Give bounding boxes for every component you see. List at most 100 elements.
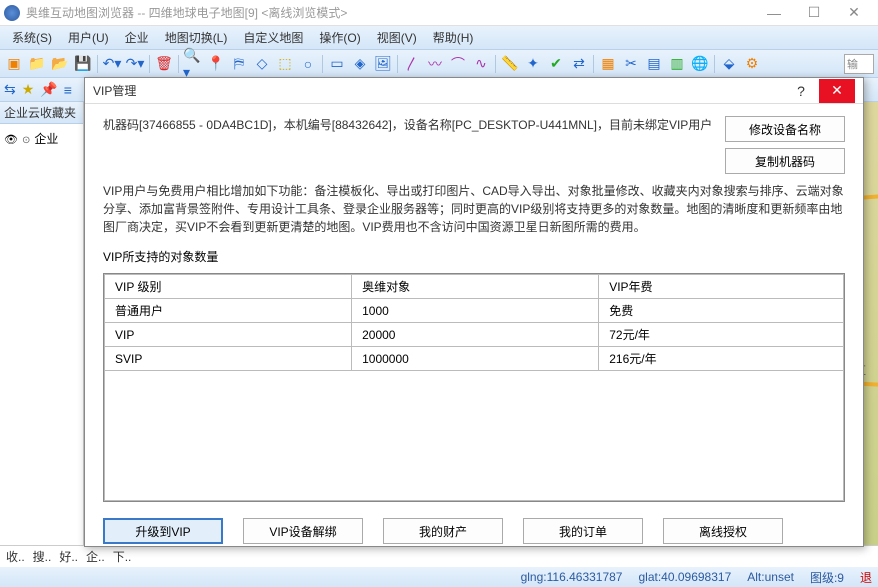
menu-system[interactable]: 系统(S) (4, 27, 60, 48)
save-icon[interactable]: 💾 (73, 54, 93, 74)
gear-icon[interactable]: ⚙ (742, 54, 762, 74)
toolbar-separator (495, 55, 496, 73)
toolbar-separator (322, 55, 323, 73)
status-alt: Alt:unset (747, 570, 794, 584)
col-objects: 奥维对象 (352, 275, 599, 299)
wave-icon[interactable]: ∿ (471, 54, 491, 74)
table-empty-area (105, 371, 844, 501)
thumbtack-icon[interactable]: 📌 (40, 81, 57, 98)
menu-mapswitch[interactable]: 地图切换(L) (157, 27, 236, 48)
menu-user[interactable]: 用户(U) (60, 27, 117, 48)
polyline-icon[interactable]: 〰 (425, 54, 445, 74)
sidebar-panel: 企业云收藏夹 企业 (0, 102, 84, 545)
menu-view[interactable]: 视图(V) (369, 27, 425, 48)
table-row: SVIP 1000000 216元/年 (105, 347, 844, 371)
mark-icon[interactable]: ✔ (546, 54, 566, 74)
app-logo-icon (4, 5, 20, 21)
node-label: 企业 (34, 130, 58, 147)
dialog-help-button[interactable]: ? (783, 79, 819, 103)
status-update[interactable]: 退 (860, 569, 872, 586)
dialog-body: 机器码[37466855 - 0DA4BC1D]，本机编号[88432642]，… (85, 104, 863, 546)
device-info-text: 机器码[37466855 - 0DA4BC1D]，本机编号[88432642]，… (103, 116, 713, 134)
tree-icon[interactable]: ⇆ (4, 81, 16, 98)
redo-icon[interactable]: ↷▾ (125, 54, 145, 74)
menu-bar: 系统(S) 用户(U) 企业 地图切换(L) 自定义地图 操作(O) 视图(V)… (0, 26, 878, 50)
status-glng: glng:116.46331787 (521, 570, 623, 584)
offline-auth-button[interactable]: 离线授权 (663, 518, 783, 544)
my-orders-button[interactable]: 我的订单 (523, 518, 643, 544)
pin-icon[interactable]: 📍 (206, 54, 226, 74)
main-titlebar: 奥维互动地图浏览器 -- 四维地球电子地图[9] <离线浏览模式> — ☐ ✕ (0, 0, 878, 26)
sidebar-tree[interactable]: 企业 (0, 124, 83, 545)
flag-icon[interactable]: ⛿ (229, 54, 249, 74)
unbind-device-button[interactable]: VIP设备解绑 (243, 518, 363, 544)
my-assets-button[interactable]: 我的财产 (383, 518, 503, 544)
node-icon (22, 132, 30, 146)
dialog-close-button[interactable]: ✕ (819, 79, 855, 103)
zoom-icon[interactable]: 🔍▾ (183, 54, 203, 74)
rect-icon[interactable]: ▭ (327, 54, 347, 74)
main-toolbar: ▣ 📁 📂 💾 ↶▾ ↷▾ 🗑 🔍▾ 📍 ⛿ ◇ ⬚ ○ ▭ ◈ 🖼 〳 〰 ⌒… (0, 50, 878, 78)
loc-icon[interactable]: ◈ (350, 54, 370, 74)
toolbar-separator (97, 55, 98, 73)
toolbar-separator (397, 55, 398, 73)
status-level: 图级:9 (810, 569, 844, 586)
layer-icon[interactable]: ▥ (667, 54, 687, 74)
vip-table-label: VIP所支持的对象数量 (103, 248, 845, 265)
image-icon[interactable]: 🖼 (373, 54, 393, 74)
close-button[interactable]: ✕ (834, 1, 874, 25)
copy-machine-code-button[interactable]: 复制机器码 (725, 148, 845, 174)
delete-icon[interactable]: 🗑 (154, 54, 174, 74)
line-icon[interactable]: 〳 (402, 54, 422, 74)
circle-icon[interactable]: ○ (298, 54, 318, 74)
shape-icon[interactable]: ◇ (252, 54, 272, 74)
new-icon[interactable]: ▣ (4, 54, 24, 74)
snap-icon[interactable]: ▦ (598, 54, 618, 74)
tab-enterprise[interactable]: 企.. (86, 548, 105, 565)
menu-enterprise[interactable]: 企业 (117, 27, 157, 48)
list-icon[interactable]: ≡ (64, 82, 72, 98)
ruler-icon[interactable]: 📏 (500, 54, 520, 74)
menu-operate[interactable]: 操作(O) (311, 27, 368, 48)
toolbar-separator (149, 55, 150, 73)
col-level: VIP 级别 (105, 275, 352, 299)
star-icon[interactable]: ★ (22, 81, 35, 98)
tree-node-enterprise[interactable]: 企业 (4, 130, 79, 147)
status-glat: glat:40.09698317 (638, 570, 731, 584)
route-icon[interactable]: ⇄ (569, 54, 589, 74)
box-icon[interactable]: ⬚ (275, 54, 295, 74)
tab-favorites[interactable]: 收.. (6, 548, 25, 565)
visibility-icon[interactable] (4, 132, 18, 146)
menu-custommap[interactable]: 自定义地图 (235, 27, 311, 48)
col-fee: VIP年费 (599, 275, 844, 299)
tab-download[interactable]: 下.. (113, 548, 132, 565)
curve-icon[interactable]: ⌒ (448, 54, 468, 74)
north-icon[interactable]: ⬙ (719, 54, 739, 74)
undo-icon[interactable]: ↶▾ (102, 54, 122, 74)
window-title: 奥维互动地图浏览器 -- 四维地球电子地图[9] <离线浏览模式> (26, 4, 347, 21)
tab-search[interactable]: 搜.. (33, 548, 52, 565)
dialog-title: VIP管理 (93, 82, 136, 99)
maximize-button[interactable]: ☐ (794, 1, 834, 25)
table-row: 普通用户 1000 免费 (105, 299, 844, 323)
folder-icon[interactable]: 📂 (50, 54, 70, 74)
globe-icon[interactable]: 🌐 (690, 54, 710, 74)
toolbar-separator (178, 55, 179, 73)
vip-table: VIP 级别 奥维对象 VIP年费 普通用户 1000 免费 VIP 20000… (103, 273, 845, 502)
dialog-titlebar: VIP管理 ? ✕ (85, 78, 863, 104)
cut-icon[interactable]: ✂ (621, 54, 641, 74)
upgrade-vip-button[interactable]: 升级到VIP (103, 518, 223, 544)
sidebar-title: 企业云收藏夹 (0, 102, 83, 124)
minimize-button[interactable]: — (754, 1, 794, 25)
table-header-row: VIP 级别 奥维对象 VIP年费 (105, 275, 844, 299)
open-icon[interactable]: 📁 (27, 54, 47, 74)
search-input[interactable]: 输 (844, 54, 874, 74)
table-row: VIP 20000 72元/年 (105, 323, 844, 347)
grid-icon[interactable]: ▤ (644, 54, 664, 74)
tab-friends[interactable]: 好.. (59, 548, 78, 565)
rename-device-button[interactable]: 修改设备名称 (725, 116, 845, 142)
window-controls: — ☐ ✕ (754, 1, 874, 25)
compass-icon[interactable]: ✦ (523, 54, 543, 74)
vip-dialog: VIP管理 ? ✕ 机器码[37466855 - 0DA4BC1D]，本机编号[… (84, 77, 864, 547)
menu-help[interactable]: 帮助(H) (425, 27, 482, 48)
